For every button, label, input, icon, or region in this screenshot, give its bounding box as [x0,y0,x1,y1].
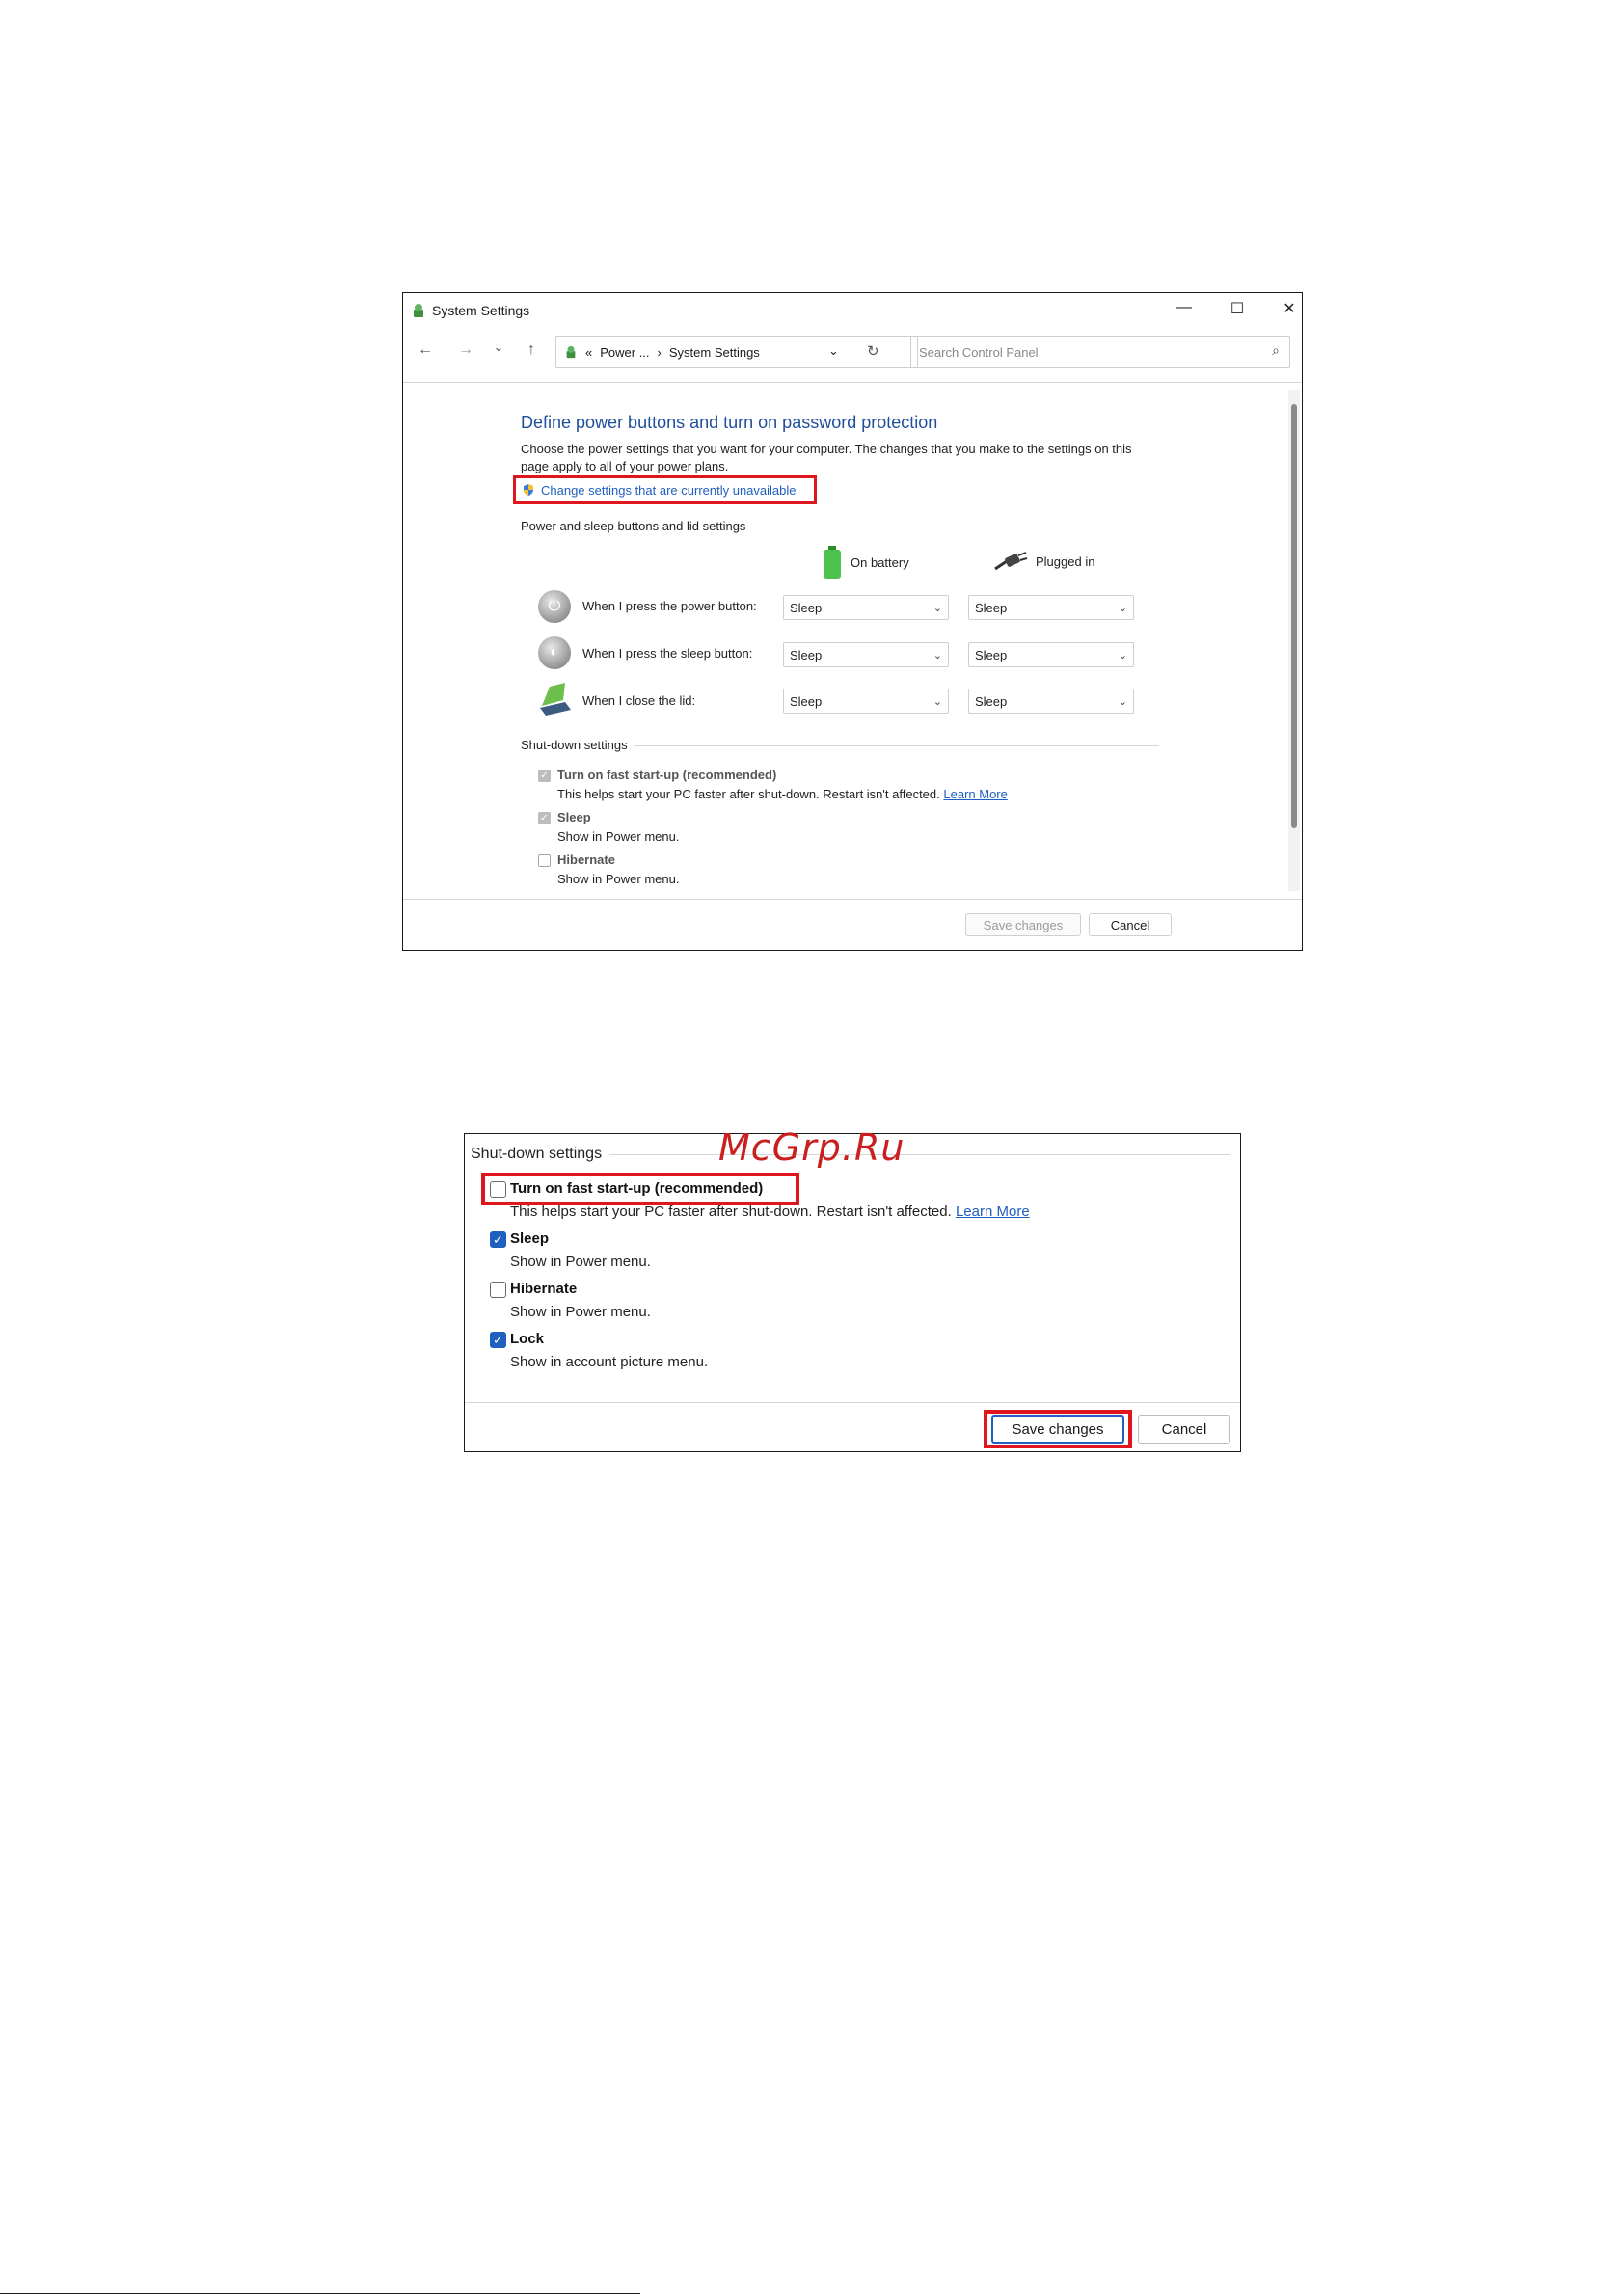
fast-startup-description-text: This helps start your PC faster after sh… [510,1203,952,1220]
forward-button[interactable]: → [453,341,478,359]
back-button[interactable]: ← [413,341,438,359]
chevron-down-icon: ⌄ [932,649,942,662]
shutdown-settings-panel: Shut-down settings Turn on fast start-up… [464,1133,1241,1452]
up-button[interactable]: ↑ [519,341,544,359]
fast-startup-label: Turn on fast start-up (recommended) [557,768,777,782]
cancel-button[interactable]: Cancel [1089,913,1172,936]
select-value: Sleep [975,647,1008,662]
save-changes-button[interactable]: Save changes [965,913,1081,936]
change-settings-label: Change settings that are currently unava… [541,482,797,498]
chevron-down-icon: ⌄ [1118,695,1127,708]
power-button-label: When I press the power button: [582,599,757,613]
hibernate-label: Hibernate [510,1281,578,1297]
hibernate-checkbox[interactable] [538,854,551,867]
footer-divider [403,899,1302,900]
chevron-down-icon[interactable]: ⌄ [828,343,839,359]
fast-startup-description: This helps start your PC faster after sh… [510,1203,1030,1220]
hibernate-checkbox[interactable] [490,1282,506,1298]
navigation-bar: ← → ⌄ ↑ « Power ... › System Settings ⌄ … [403,330,1302,372]
select-value: Sleep [790,647,823,662]
breadcrumb-system-settings[interactable]: System Settings [669,345,760,360]
sleep-button-battery-select[interactable]: Sleep ⌄ [783,642,949,667]
recent-locations-button[interactable]: ⌄ [486,339,511,355]
hibernate-label: Hibernate [557,852,615,867]
shutdown-section-label: Shut-down settings [471,1146,608,1163]
chevron-down-icon: ⌄ [1118,602,1127,614]
fast-startup-description: This helps start your PC faster after sh… [557,787,1008,801]
footer-divider [465,1402,1240,1403]
learn-more-link[interactable]: Learn More [943,787,1007,801]
minimize-button[interactable]: — [1165,299,1203,316]
close-lid-plugged-select[interactable]: Sleep ⌄ [968,689,1134,714]
lock-label: Lock [510,1331,545,1347]
breadcrumb-prefix: « [585,344,593,360]
page-footer-rule [0,2293,640,2294]
learn-more-link[interactable]: Learn More [956,1203,1030,1220]
fast-startup-checkbox[interactable]: ✓ [538,770,551,782]
sleep-label: Sleep [557,810,591,824]
control-panel-icon [566,345,576,359]
watermark-text: McGrp.Ru [718,1126,905,1169]
address-bar[interactable]: « Power ... › System Settings ⌄ ↻ [555,336,918,368]
on-battery-header: On battery [822,546,909,579]
sleep-button-label: When I press the sleep button: [582,646,753,661]
header-divider [403,382,1302,383]
sleep-button-plugged-select[interactable]: Sleep ⌄ [968,642,1134,667]
sleep-checkbox[interactable]: ✓ [538,812,551,824]
select-value: Sleep [975,693,1008,709]
fast-startup-checkbox[interactable] [490,1181,506,1198]
chevron-down-icon: ⌄ [1118,649,1127,662]
system-settings-window: System Settings — ☐ ✕ ← → ⌄ ↑ « Power ..… [402,292,1303,951]
select-value: Sleep [975,600,1008,615]
sleep-button-icon: ◐ [538,636,571,669]
fast-startup-description-text: This helps start your PC faster after sh… [557,787,940,801]
plugged-in-label: Plugged in [1036,554,1095,569]
breadcrumb-separator: › [657,344,662,360]
shield-icon [524,484,533,496]
sleep-checkbox[interactable]: ✓ [490,1231,506,1248]
search-input[interactable]: Search Control Panel ⌕ [910,336,1290,368]
select-value: Sleep [790,600,823,615]
power-button-battery-select[interactable]: Sleep ⌄ [783,595,949,620]
search-icon: ⌕ [1272,342,1280,358]
fast-startup-label: Turn on fast start-up (recommended) [510,1180,764,1197]
sleep-label: Sleep [510,1230,550,1247]
hibernate-description: Show in Power menu. [557,872,680,886]
save-changes-button[interactable]: Save changes [991,1415,1124,1444]
power-button-plugged-select[interactable]: Sleep ⌄ [968,595,1134,620]
laptop-lid-icon [540,683,571,716]
lock-checkbox[interactable]: ✓ [490,1332,506,1348]
search-placeholder: Search Control Panel [919,344,1039,360]
shutdown-section-label: Shut-down settings [521,738,634,752]
title-bar: System Settings — ☐ ✕ [403,293,1302,328]
sleep-description: Show in Power menu. [557,829,680,844]
close-lid-battery-select[interactable]: Sleep ⌄ [783,689,949,714]
lock-description: Show in account picture menu. [510,1354,709,1370]
window-title: System Settings [432,303,530,318]
plugged-in-header: Plugged in [993,552,1094,571]
scrollbar-thumb[interactable] [1291,404,1297,828]
close-lid-label: When I close the lid: [582,693,696,708]
power-button-icon: ⏻ [538,590,571,623]
maximize-button[interactable]: ☐ [1218,299,1256,318]
chevron-down-icon: ⌄ [932,602,942,614]
breadcrumb-power[interactable]: Power ... [600,345,649,360]
battery-icon [824,546,841,579]
select-value: Sleep [790,693,823,709]
section-divider [609,1154,1230,1155]
change-settings-link[interactable]: Change settings that are currently unava… [513,475,817,504]
close-button[interactable]: ✕ [1270,299,1309,318]
cancel-button[interactable]: Cancel [1138,1415,1230,1444]
hibernate-description: Show in Power menu. [510,1304,651,1320]
refresh-icon[interactable]: ↻ [867,342,879,360]
sleep-description: Show in Power menu. [510,1254,651,1270]
page-description: Choose the power settings that you want … [521,442,1132,473]
chevron-down-icon: ⌄ [932,695,942,708]
buttons-section-label: Power and sleep buttons and lid settings [521,519,752,533]
on-battery-label: On battery [851,554,909,570]
control-panel-icon [414,304,423,317]
page-heading: Define power buttons and turn on passwor… [521,413,938,432]
power-plug-icon [994,552,1028,571]
